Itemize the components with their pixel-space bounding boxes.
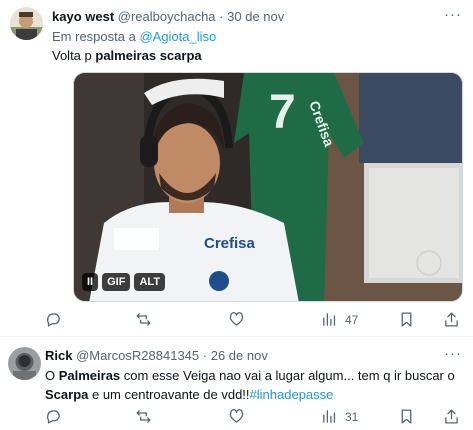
display-name[interactable]: Rick	[45, 348, 72, 363]
reply-icon	[47, 313, 60, 327]
views-icon	[323, 410, 336, 423]
timestamp[interactable]: 26 de nov	[211, 348, 268, 363]
reply-button[interactable]	[45, 311, 69, 328]
views-count: 31	[345, 409, 359, 424]
tweet-text-plain: e um centroavante de vdd!!	[88, 387, 250, 402]
reply-button[interactable]	[45, 408, 69, 425]
handle[interactable]: @MarcosR28841345	[76, 348, 199, 363]
tweet-header: Rick @MarcosR28841345 · 26 de nov	[45, 348, 268, 363]
tweet-text-bold: Palmeiras	[58, 368, 121, 383]
share-icon	[445, 312, 458, 327]
reply-to-link[interactable]: @Agiota_liso	[139, 29, 216, 44]
alt-badge[interactable]: ALT	[134, 273, 166, 291]
timestamp[interactable]: 30 de nov	[227, 9, 284, 24]
retweet-button[interactable]	[135, 408, 159, 425]
more-icon[interactable]: ···	[444, 6, 462, 23]
reply-prefix: Em resposta a	[52, 29, 136, 44]
avatar[interactable]	[10, 7, 43, 40]
tweet-text-bold: palmeiras scarpa	[95, 48, 202, 63]
pause-button[interactable]: II	[82, 273, 99, 291]
tweet-header: kayo west @realboychacha · 30 de nov	[52, 9, 284, 24]
views-icon	[323, 313, 336, 326]
views-button[interactable]: 31	[321, 408, 358, 425]
jersey-number: 7	[269, 86, 296, 139]
bookmark-icon	[401, 312, 412, 327]
shirt-brand: Crefisa	[204, 235, 256, 252]
display-name[interactable]: kayo west	[52, 9, 114, 24]
separator: ·	[202, 348, 208, 363]
tweet-text: O Palmeiras com esse Veiga nao vai a lug…	[45, 366, 465, 404]
separator: ·	[219, 9, 224, 24]
like-icon	[229, 409, 244, 423]
bookmark-icon	[401, 409, 412, 424]
handle[interactable]: @realboychacha	[118, 9, 216, 24]
tweet-2[interactable]: Rick @MarcosR28841345 · 26 de nov ··· O …	[0, 337, 473, 430]
share-button[interactable]	[443, 408, 460, 425]
retweet-button[interactable]	[135, 311, 159, 328]
tweet-text-plain: com esse Veiga nao vai a lugar algum... …	[120, 368, 455, 383]
avatar-image	[10, 7, 43, 40]
media-badges: II GIF ALT	[82, 273, 166, 291]
avatar[interactable]	[8, 347, 41, 380]
hashtag-link[interactable]: #linhadepasse	[250, 387, 334, 402]
gif-badge: GIF	[102, 273, 131, 291]
avatar-image	[8, 347, 41, 380]
gif-media[interactable]: 7 Crefisa Crefisa II GIF ALT	[73, 72, 463, 302]
gif-frame: 7 Crefisa Crefisa	[74, 73, 462, 301]
tweet-actions: 31	[45, 408, 465, 430]
bookmark-button[interactable]	[398, 408, 415, 425]
views-button[interactable]: 47	[321, 311, 358, 328]
share-button[interactable]	[443, 311, 460, 328]
tweet-text-plain: O	[45, 368, 59, 383]
retweet-icon	[136, 410, 151, 423]
tweet-text: Volta p palmeiras scarpa	[52, 46, 202, 65]
reply-icon	[47, 410, 60, 424]
reply-context: Em resposta a @Agiota_liso	[52, 27, 216, 46]
retweet-icon	[136, 313, 151, 326]
tweet-text-plain: Volta p	[52, 48, 96, 63]
like-button[interactable]	[228, 408, 252, 425]
tweet-text-bold: Scarpa	[45, 387, 89, 402]
tweet-1[interactable]: kayo west @realboychacha · 30 de nov ···…	[0, 0, 473, 335]
more-icon[interactable]: ···	[444, 345, 462, 362]
views-count: 47	[345, 312, 359, 327]
like-button[interactable]	[228, 311, 252, 328]
tweet-actions: 47	[45, 311, 465, 333]
share-icon	[445, 409, 458, 424]
like-icon	[229, 312, 244, 326]
bookmark-button[interactable]	[398, 311, 415, 328]
